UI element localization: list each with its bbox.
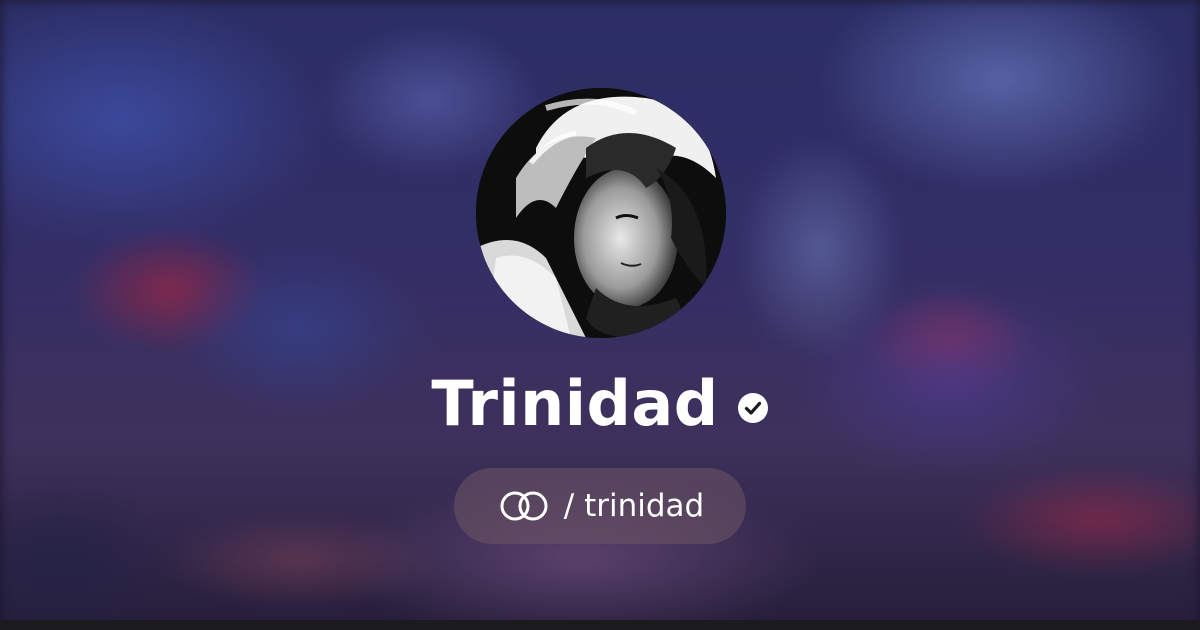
name-row: Trinidad bbox=[0, 362, 1200, 446]
profile-handle: / trinidad bbox=[563, 488, 705, 524]
profile-name: Trinidad bbox=[431, 367, 719, 440]
linked-rings-icon bbox=[496, 489, 554, 523]
avatar bbox=[476, 88, 726, 338]
profile-share-card: Trinidad / trinidad bbox=[0, 0, 1200, 630]
handle-link[interactable]: / trinidad bbox=[454, 468, 746, 544]
verified-check-icon bbox=[737, 392, 769, 424]
bottom-bar bbox=[0, 620, 1200, 630]
